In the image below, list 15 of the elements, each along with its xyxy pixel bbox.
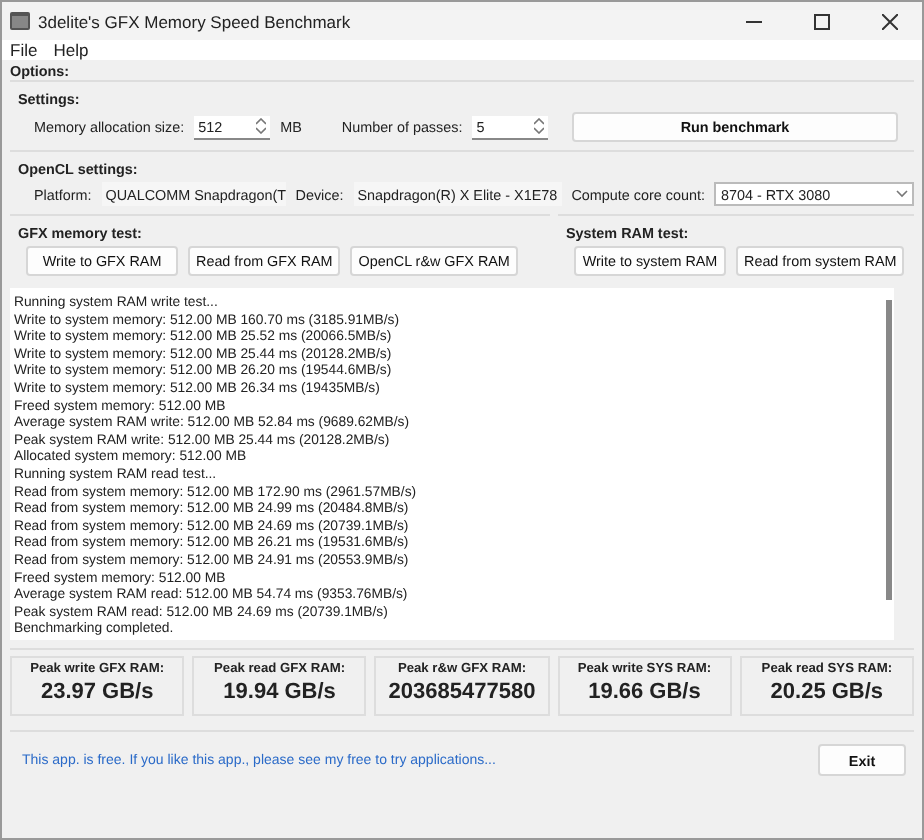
app-icon [10, 12, 30, 30]
menu-item[interactable]: Help [53, 40, 89, 60]
result-value: 19.94 GB/s [223, 680, 336, 704]
close-icon[interactable] [882, 13, 898, 29]
result-value: 23.97 GB/s [40, 680, 154, 704]
window-title: 3delite's GFX Memory Speed Benchmark [38, 11, 353, 31]
spin-arrows-icon [256, 118, 267, 134]
result-value: 19.66 GB/s [588, 680, 701, 704]
menu-item[interactable]: File [10, 40, 38, 60]
chevron-down-icon [896, 190, 909, 198]
spin-arrows-icon [534, 118, 545, 134]
vertical-scrollbar[interactable] [886, 300, 892, 600]
result-value: 203685477580 [388, 680, 536, 704]
maximize-icon[interactable] [814, 13, 830, 29]
result-value: 20.25 GB/s [770, 680, 884, 704]
